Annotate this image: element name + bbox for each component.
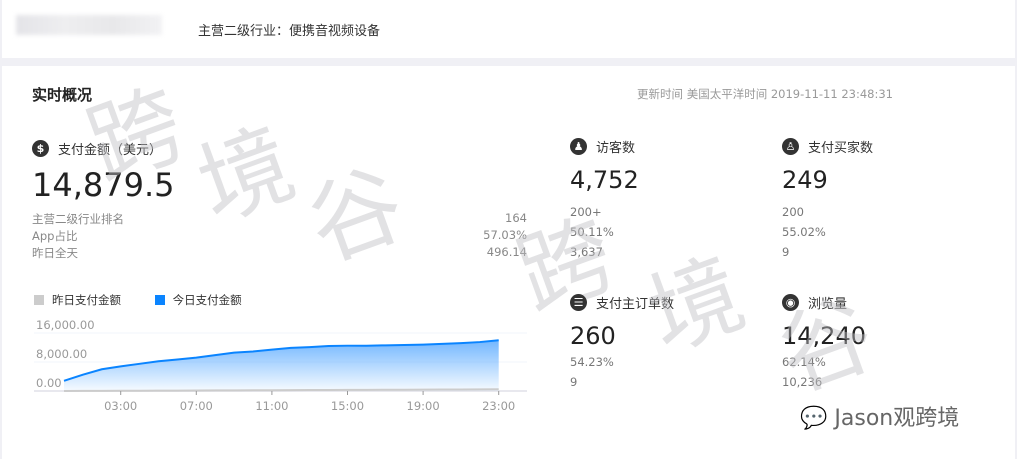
y-tick-label: 8,000.00 bbox=[36, 347, 87, 361]
dollar-icon: $ bbox=[32, 140, 49, 157]
x-tick-label: 07:00 bbox=[180, 399, 213, 413]
y-tick-label: 0.00 bbox=[36, 376, 62, 390]
legend-yesterday[interactable]: 昨日支付金额 bbox=[34, 293, 121, 307]
header-bar: 主营二级行业：便携音视频设备 bbox=[2, 0, 1015, 58]
x-tick-label: 11:00 bbox=[255, 399, 288, 413]
metric-sub-value: 54.23% bbox=[570, 355, 614, 369]
metric-value: 14,240 bbox=[782, 322, 866, 350]
metric-sub-value: 55.02% bbox=[782, 225, 826, 239]
payment-header: $ 支付金额（美元） bbox=[32, 138, 162, 158]
eye-icon: ◉ bbox=[782, 294, 799, 311]
metric-card: ♙ 支付买家数 249 200 55.02% 9 bbox=[782, 136, 873, 262]
metric-value: 260 bbox=[570, 322, 616, 350]
metric-label: 支付买家数 bbox=[808, 141, 874, 156]
update-time: 更新时间 美国太平洋时间 2019-11-11 23:48:31 bbox=[637, 87, 893, 101]
legend-today[interactable]: 今日支付金额 bbox=[154, 293, 242, 307]
x-tick-label: 19:00 bbox=[407, 399, 440, 413]
payment-row-label: 主营二级行业排名 bbox=[32, 212, 124, 226]
metric-sub-value: 200 bbox=[782, 205, 804, 219]
payment-row-value: 496.14 bbox=[486, 245, 527, 259]
y-tick-label: 16,000.00 bbox=[36, 318, 95, 332]
metric-label: 访客数 bbox=[596, 141, 636, 156]
metric-value: 4,752 bbox=[570, 166, 639, 194]
payment-row-value: 164 bbox=[505, 211, 527, 225]
metric-sub-value: 50.11% bbox=[570, 225, 614, 239]
metric-sub-value: 10,236 bbox=[782, 375, 823, 389]
metric-sub-value: 9 bbox=[782, 245, 790, 259]
buyers-icon: ♙ bbox=[782, 138, 799, 155]
panel-title: 实时概况 bbox=[32, 86, 93, 104]
metric-card: ♟ 访客数 4,752 200+ 50.11% 3,637 bbox=[570, 136, 639, 262]
payment-chart: 0.00 8,000.00 16,000.00 03:00 07:00 11:00 15:0… bbox=[34, 318, 527, 413]
store-name-blurred bbox=[16, 15, 162, 35]
x-tick-label: 23:00 bbox=[482, 399, 515, 413]
payment-label: 支付金额（美元） bbox=[58, 143, 163, 158]
metric-label: 支付主订单数 bbox=[596, 297, 675, 312]
metric-sub-value: 200+ bbox=[570, 205, 602, 219]
metric-card: ☰ 支付主订单数 260 54.23% 9 bbox=[570, 292, 674, 392]
metric-value: 249 bbox=[782, 166, 828, 194]
metric-label: 浏览量 bbox=[808, 297, 848, 312]
order-icon: ☰ bbox=[570, 294, 587, 311]
x-tick-label: 03:00 bbox=[104, 399, 137, 413]
x-tick-label: 15:00 bbox=[331, 399, 364, 413]
payment-row-value: 57.03% bbox=[483, 228, 527, 242]
footprint-icon: ♟ bbox=[570, 138, 587, 155]
metric-sub-value: 62.14% bbox=[782, 355, 826, 369]
payment-value: 14,879.5 bbox=[32, 166, 175, 204]
industry-label: 主营二级行业：便携音视频设备 bbox=[198, 24, 381, 39]
payment-row-label: App占比 bbox=[32, 229, 78, 243]
chart-legend: 昨日支付金额 今日支付金额 bbox=[34, 292, 242, 308]
metric-sub-value: 9 bbox=[570, 375, 578, 389]
brand-watermark: 💬 Jason观跨境 bbox=[800, 406, 960, 431]
metric-sub-value: 3,637 bbox=[570, 245, 603, 259]
metric-card: ◉ 浏览量 14,240 62.14% 10,236 bbox=[782, 292, 866, 392]
payment-row-label: 昨日全天 bbox=[32, 246, 78, 260]
